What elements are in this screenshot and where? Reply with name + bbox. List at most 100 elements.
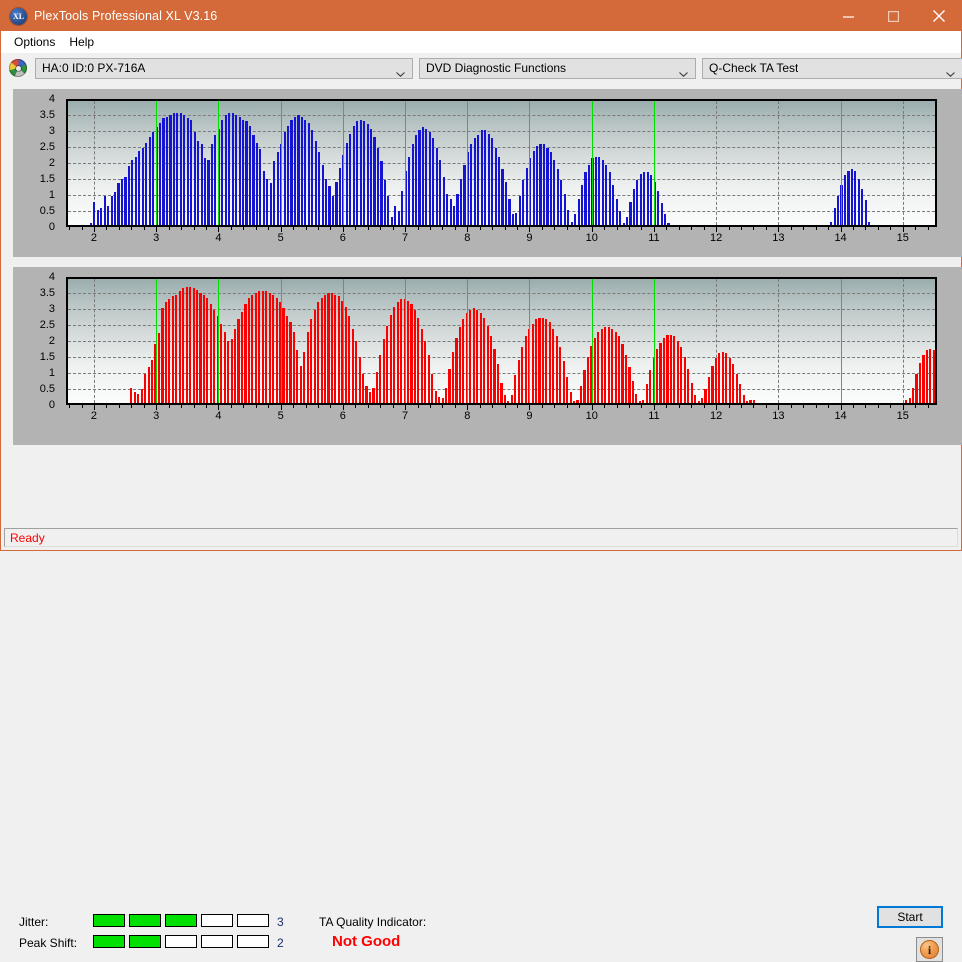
chart-bar [864, 200, 867, 225]
chart-bar [335, 181, 338, 225]
chart-bar [611, 328, 614, 403]
chart-bar [202, 294, 206, 403]
x-axis-tick-label: 5 [277, 232, 284, 244]
chart-bar [165, 116, 169, 225]
function-select[interactable]: DVD Diagnostic Functions [419, 57, 696, 79]
chart-bar [559, 347, 562, 403]
meter-segment [129, 935, 161, 948]
meter-segment [93, 914, 125, 927]
chart-bar [470, 144, 473, 225]
y-axis-tick-label: 3.5 [39, 109, 55, 121]
info-button[interactable]: i [916, 937, 943, 962]
close-icon[interactable] [916, 1, 961, 31]
chart-bar [504, 181, 508, 225]
jitter-value: 3 [277, 915, 284, 929]
zone-marker-line [218, 279, 220, 403]
chart-bar [579, 385, 583, 403]
chart-bar [728, 358, 731, 403]
y-axis-tick-label: 1 [48, 367, 55, 379]
chart-bar [425, 128, 428, 225]
chart-bar [252, 135, 255, 225]
zone-marker-line [840, 279, 842, 403]
chart-bar [282, 308, 285, 403]
chart-bar [586, 356, 589, 403]
chart-bar [417, 317, 420, 403]
chart-bar [639, 173, 642, 225]
chart-bar [421, 127, 425, 225]
y-axis-tick-label: 2.5 [39, 141, 55, 153]
chart-bar [438, 396, 441, 403]
chart-bar [383, 180, 386, 225]
chart-bar [435, 147, 438, 225]
chart-bar [642, 399, 645, 403]
chart-bar [321, 164, 324, 225]
chart-bar [735, 373, 738, 403]
chart-bar [365, 385, 368, 403]
chart-bar [607, 327, 610, 403]
chart-bar [254, 292, 257, 403]
chart-bar [605, 164, 608, 225]
chart-bar [556, 169, 559, 225]
zone-marker-line [218, 101, 220, 225]
chart-bar [133, 392, 136, 403]
toolbar: HA:0 ID:0 PX-716A DVD Diagnostic Functio… [1, 53, 962, 83]
chart-bar [394, 206, 397, 225]
maximize-icon[interactable] [871, 1, 916, 31]
chart-bar [406, 300, 410, 403]
meter-segment [129, 914, 161, 927]
chart-bar [247, 297, 250, 403]
chart-bar [843, 175, 847, 225]
chart-bar [600, 328, 603, 403]
chart-bar [130, 387, 133, 403]
chart-bar [621, 344, 624, 403]
grid-line-vertical [778, 101, 780, 225]
chart-bar [491, 138, 494, 225]
chart-bar [401, 190, 404, 225]
chart-bar [192, 288, 195, 403]
chart-bar [531, 323, 534, 403]
menu-item-help[interactable]: Help [64, 33, 103, 52]
chart-bar [262, 170, 265, 225]
start-button[interactable]: Start [877, 906, 943, 928]
chart-bar [545, 319, 548, 403]
chart-bar [836, 195, 840, 225]
menu-item-options[interactable]: Options [9, 33, 64, 52]
chart-bar [299, 365, 302, 403]
meter-segment [165, 935, 197, 948]
chart-bar [175, 294, 178, 403]
zone-marker-line [653, 279, 655, 403]
chart-bar [830, 221, 833, 225]
x-axis-tick-label: 10 [585, 410, 598, 422]
chart-bar [548, 322, 551, 403]
chart-bar [164, 302, 167, 403]
chart-bar [573, 401, 576, 403]
chart-bar [190, 119, 193, 225]
zone-marker-line [156, 279, 158, 403]
zone-marker-line [529, 279, 531, 403]
chart-bar [89, 223, 92, 225]
chart-bar [745, 401, 749, 403]
chart-bar [345, 142, 348, 225]
chart-bar [501, 169, 504, 225]
zone-marker-line [280, 279, 282, 403]
chart-bar [629, 201, 632, 225]
chart-bar [445, 387, 448, 403]
test-select[interactable]: Q-Check TA Test [702, 57, 962, 79]
chart-bar [124, 176, 127, 225]
chart-bar [480, 130, 483, 225]
chart-bar [207, 159, 210, 225]
chart-bar [538, 317, 541, 403]
chart-bar [317, 302, 320, 403]
chart-bar [100, 207, 103, 225]
chart-bar [650, 175, 653, 225]
chart-bar [96, 209, 99, 225]
chart-bar [366, 124, 369, 225]
chart-bar [200, 144, 203, 225]
x-axis-tick-label: 11 [648, 410, 660, 422]
chart-bar [275, 297, 278, 403]
chart-bar [276, 152, 279, 225]
drive-select[interactable]: HA:0 ID:0 PX-716A [35, 57, 413, 79]
chart-bar [861, 189, 864, 225]
minimize-icon[interactable] [826, 1, 871, 31]
zone-marker-line [529, 101, 531, 225]
